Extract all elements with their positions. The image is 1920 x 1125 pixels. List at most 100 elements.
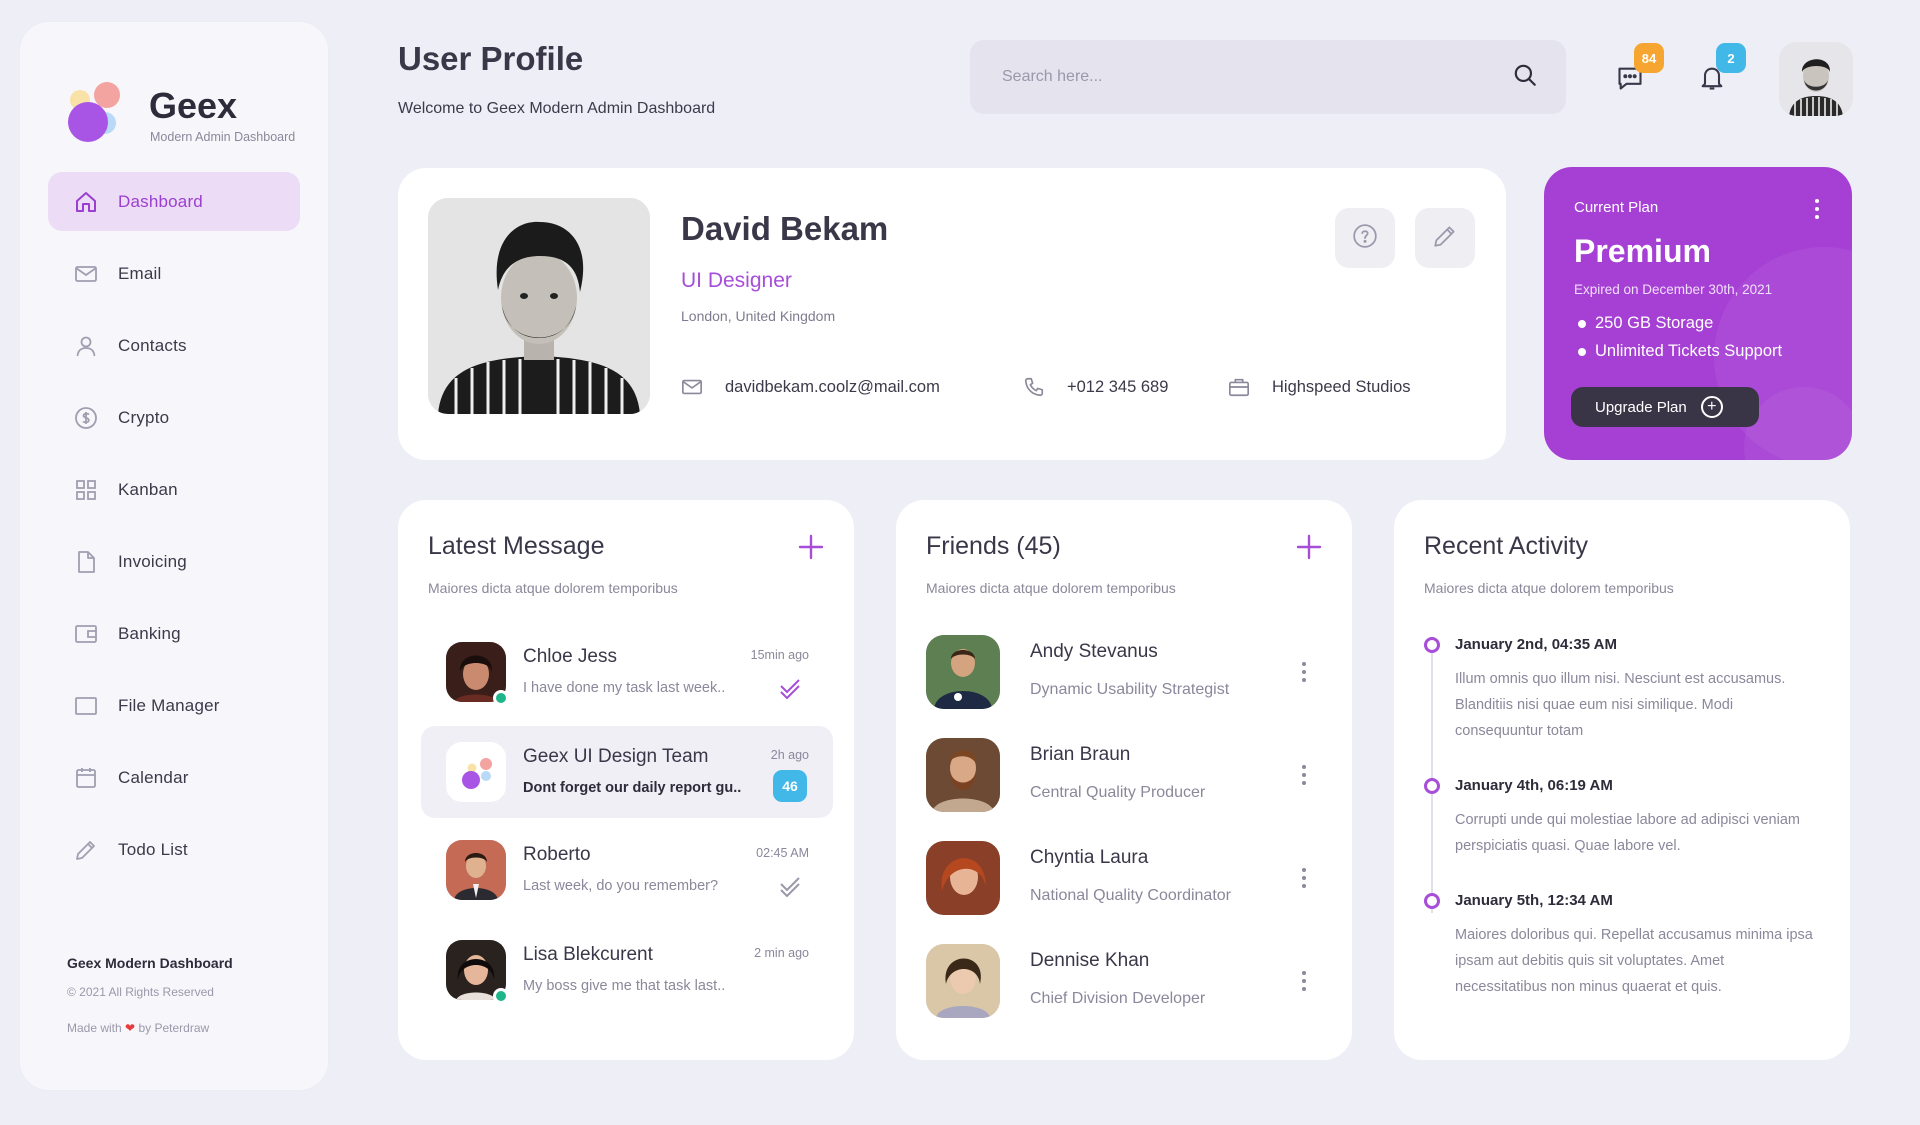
friend-role: National Quality Coordinator xyxy=(1030,887,1231,904)
recent-activity-card: Recent Activity Maiores dicta atque dolo… xyxy=(1394,500,1850,1060)
more-options-icon[interactable] xyxy=(1300,764,1308,786)
sidebar-item-dashboard[interactable]: Dashboard xyxy=(48,172,300,231)
avatar xyxy=(926,841,1000,915)
document-icon xyxy=(74,550,98,574)
footer-copyright: © 2021 All Rights Reserved xyxy=(67,985,214,999)
latest-message-card: Latest Message Maiores dicta atque dolor… xyxy=(398,500,854,1060)
card-description: Maiores dicta atque dolorem temporibus xyxy=(428,580,678,596)
plan-name: Premium xyxy=(1574,233,1711,269)
mail-icon xyxy=(681,376,703,398)
friend-name: Brian Braun xyxy=(1030,744,1131,765)
heart-icon: ❤ xyxy=(125,1021,136,1035)
online-indicator xyxy=(493,988,509,1004)
timeline-dot xyxy=(1424,637,1440,653)
sidebar-item-file-manager[interactable]: File Manager xyxy=(48,676,300,735)
user-avatar[interactable] xyxy=(1779,42,1853,116)
sidebar-item-calendar[interactable]: Calendar xyxy=(48,748,300,807)
more-options-icon[interactable] xyxy=(1812,197,1822,221)
sidebar-item-todo-list[interactable]: Todo List xyxy=(48,820,300,879)
group-avatar xyxy=(446,742,506,802)
profile-location: London, United Kingdom xyxy=(681,308,836,324)
sidebar-item-email[interactable]: Email xyxy=(48,244,300,303)
sidebar-item-label: Banking xyxy=(118,623,181,643)
friend-item[interactable]: Andy Stevanus Dynamic Usability Strategi… xyxy=(926,635,1336,717)
sidebar: Geex Modern Admin Dashboard Dashboard Em… xyxy=(19,21,329,1091)
message-time: 02:45 AM xyxy=(756,846,809,860)
timeline-dot xyxy=(1424,778,1440,794)
help-button[interactable] xyxy=(1335,208,1395,268)
add-friend-icon[interactable] xyxy=(1296,534,1322,560)
sidebar-item-kanban[interactable]: Kanban xyxy=(48,460,300,519)
friend-name: Andy Stevanus xyxy=(1030,641,1158,662)
card-title: Latest Message xyxy=(428,532,605,560)
search-icon[interactable] xyxy=(1512,62,1538,93)
friend-name: Dennise Khan xyxy=(1030,950,1150,971)
friend-role: Chief Division Developer xyxy=(1030,990,1206,1007)
logo-dot xyxy=(68,102,108,142)
message-preview: Last week, do you remember? xyxy=(523,878,719,894)
search-bar xyxy=(970,40,1566,114)
edit-profile-button[interactable] xyxy=(1415,208,1475,268)
wallet-icon xyxy=(74,622,98,646)
mail-icon xyxy=(74,262,98,286)
avatar xyxy=(926,944,1000,1018)
page-subtitle: Welcome to Geex Modern Admin Dashboard xyxy=(398,100,716,117)
sidebar-nav: Dashboard Email Contacts Crypto Kanban I… xyxy=(48,172,300,892)
brand-name: Geex xyxy=(149,85,238,126)
friend-item[interactable]: Chyntia Laura National Quality Coordinat… xyxy=(926,841,1336,923)
message-item[interactable]: Lisa Blekcurent My boss give me that tas… xyxy=(421,924,833,1016)
briefcase-icon xyxy=(1228,376,1250,398)
page-title: User Profile xyxy=(398,40,584,77)
add-message-icon[interactable] xyxy=(798,534,824,560)
sidebar-item-invoicing[interactable]: Invoicing xyxy=(48,532,300,591)
message-sender: Geex UI Design Team xyxy=(523,746,709,767)
profile-email[interactable]: davidbekam.coolz@mail.com xyxy=(681,376,940,398)
plan-feature: Unlimited Tickets Support xyxy=(1578,342,1782,361)
message-time: 2h ago xyxy=(770,748,809,762)
message-time: 15min ago xyxy=(750,648,809,662)
sidebar-item-label: Calendar xyxy=(118,767,189,787)
pencil-icon xyxy=(1432,223,1458,254)
sidebar-item-contacts[interactable]: Contacts xyxy=(48,316,300,375)
search-input[interactable] xyxy=(1002,68,1512,86)
more-options-icon[interactable] xyxy=(1300,867,1308,889)
message-item[interactable]: Geex UI Design Team Dont forget our dail… xyxy=(421,726,833,818)
profile-email-text: davidbekam.coolz@mail.com xyxy=(725,377,940,396)
profile-company-text: Highspeed Studios xyxy=(1272,377,1411,396)
friends-card: Friends (45) Maiores dicta atque dolorem… xyxy=(896,500,1352,1060)
message-item[interactable]: Roberto Last week, do you remember? 02:4… xyxy=(421,824,833,916)
profile-card: David Bekam UI Designer London, United K… xyxy=(398,168,1506,460)
friend-item[interactable]: Dennise Khan Chief Division Developer xyxy=(926,944,1336,1026)
sidebar-item-crypto[interactable]: Crypto xyxy=(48,388,300,447)
plus-circle-icon: + xyxy=(1700,396,1723,418)
double-check-icon xyxy=(780,679,800,700)
messages-badge: 84 xyxy=(1634,43,1664,73)
sidebar-item-label: Contacts xyxy=(118,335,187,355)
friend-item[interactable]: Brian Braun Central Quality Producer xyxy=(926,738,1336,820)
brand-logo[interactable]: Geex Modern Admin Dashboard xyxy=(48,60,318,160)
sidebar-item-banking[interactable]: Banking xyxy=(48,604,300,663)
message-preview: I have done my task last week.. xyxy=(523,680,726,696)
sidebar-item-label: Dashboard xyxy=(118,191,203,211)
card-title: Recent Activity xyxy=(1424,532,1588,560)
sidebar-item-label: Kanban xyxy=(118,479,178,499)
message-time: 2 min ago xyxy=(754,946,809,960)
more-options-icon[interactable] xyxy=(1300,970,1308,992)
brand-subtitle: Modern Admin Dashboard xyxy=(150,130,296,144)
profile-phone[interactable]: +012 345 689 xyxy=(1023,376,1168,398)
calendar-icon xyxy=(74,766,98,790)
avatar xyxy=(446,840,506,900)
home-icon xyxy=(74,190,98,214)
upgrade-plan-button[interactable]: Upgrade Plan + xyxy=(1571,387,1759,427)
more-options-icon[interactable] xyxy=(1300,661,1308,683)
sidebar-item-label: Email xyxy=(118,263,162,283)
message-item[interactable]: Chloe Jess I have done my task last week… xyxy=(421,626,833,718)
online-indicator xyxy=(493,690,509,706)
unread-count-badge: 46 xyxy=(773,770,807,802)
message-preview: My boss give me that task last.. xyxy=(523,978,726,994)
profile-name: David Bekam xyxy=(681,210,889,247)
friend-role: Dynamic Usability Strategist xyxy=(1030,681,1230,698)
profile-company[interactable]: Highspeed Studios xyxy=(1228,376,1411,398)
message-preview: Dont forget our daily report gu.. xyxy=(523,780,742,796)
sidebar-item-label: File Manager xyxy=(118,695,220,715)
